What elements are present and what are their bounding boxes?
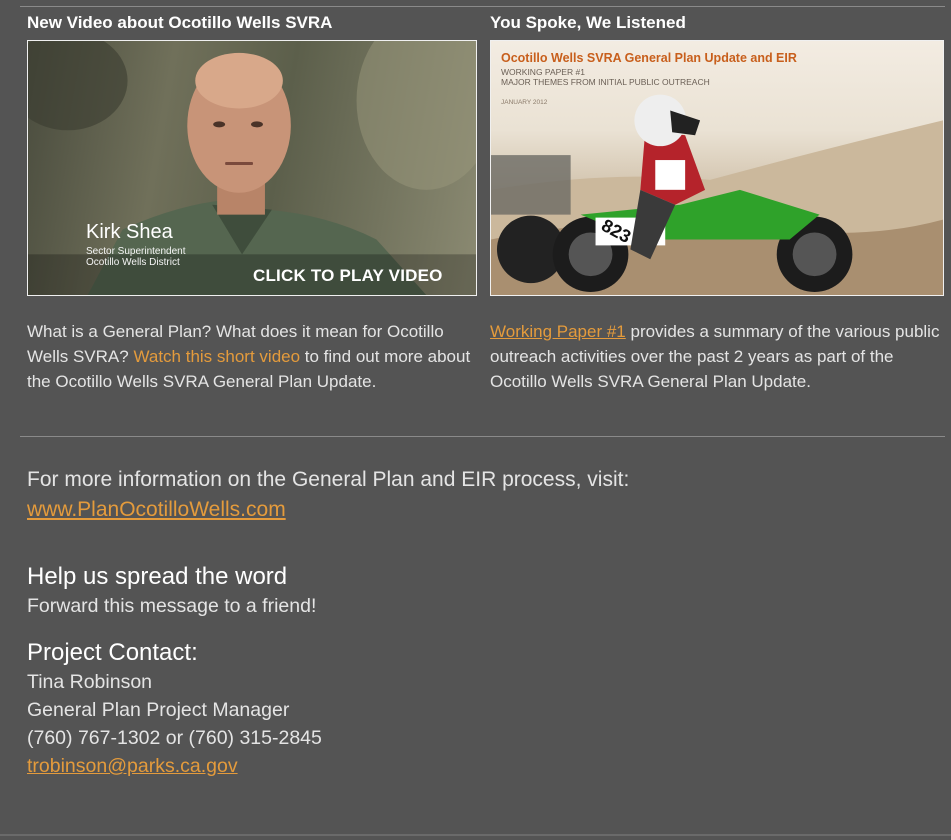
- paper-cover-subtitle: WORKING PAPER #1 MAJOR THEMES FROM INITI…: [501, 67, 710, 87]
- video-section-heading: New Video about Ocotillo Wells SVRA: [27, 13, 333, 32]
- video-thumbnail[interactable]: Kirk Shea Sector Superintendent Ocotillo…: [27, 40, 477, 296]
- contact-role: General Plan Project Manager: [27, 699, 290, 721]
- paper-cover-subtitle-line2: MAJOR THEMES FROM INITIAL PUBLIC OUTREAC…: [501, 77, 710, 87]
- paper-description: Working Paper #1 provides a summary of t…: [490, 319, 945, 394]
- contact-title: Project Contact:: [27, 639, 198, 666]
- forward-message-text[interactable]: Forward this message to a friend!: [27, 592, 927, 620]
- paper-cover-subtitle-line1: WORKING PAPER #1: [501, 67, 585, 77]
- spread-title: Help us spread the word: [27, 563, 288, 590]
- top-divider: [20, 6, 945, 7]
- more-info-section: For more information on the General Plan…: [27, 465, 927, 525]
- bottom-divider: [0, 834, 951, 836]
- contact-section: Project Contact: Tina Robinson General P…: [27, 638, 927, 780]
- paper-cover-date: JANUARY 2012: [501, 99, 548, 106]
- video-person-name: Kirk Shea: [86, 221, 173, 243]
- working-paper-thumbnail[interactable]: Ocotillo Wells SVRA General Plan Update …: [490, 40, 944, 296]
- watch-video-link[interactable]: Watch this short video: [133, 347, 300, 366]
- contact-phone: (760) 767-1302 or (760) 315-2845: [27, 727, 322, 749]
- working-paper-link[interactable]: Working Paper #1: [490, 322, 626, 341]
- contact-email-link[interactable]: trobinson@parks.ca.gov: [27, 755, 238, 777]
- section-divider: [20, 436, 945, 437]
- paper-cover-title: Ocotillo Wells SVRA General Plan Update …: [501, 51, 797, 65]
- paper-section-heading: You Spoke, We Listened: [490, 13, 686, 32]
- plan-website-link[interactable]: www.PlanOcotilloWells.com: [27, 498, 286, 521]
- more-info-text: For more information on the General Plan…: [27, 468, 630, 491]
- video-person-title-line1: Sector Superintendent: [86, 246, 186, 257]
- video-description: What is a General Plan? What does it mea…: [27, 319, 482, 394]
- video-person-title-line2: Ocotillo Wells District: [86, 257, 180, 268]
- spread-section: Help us spread the word Forward this mes…: [27, 562, 927, 620]
- video-person-title: Sector Superintendent Ocotillo Wells Dis…: [86, 246, 186, 268]
- contact-name: Tina Robinson: [27, 671, 153, 693]
- play-video-label[interactable]: CLICK TO PLAY VIDEO: [253, 266, 443, 286]
